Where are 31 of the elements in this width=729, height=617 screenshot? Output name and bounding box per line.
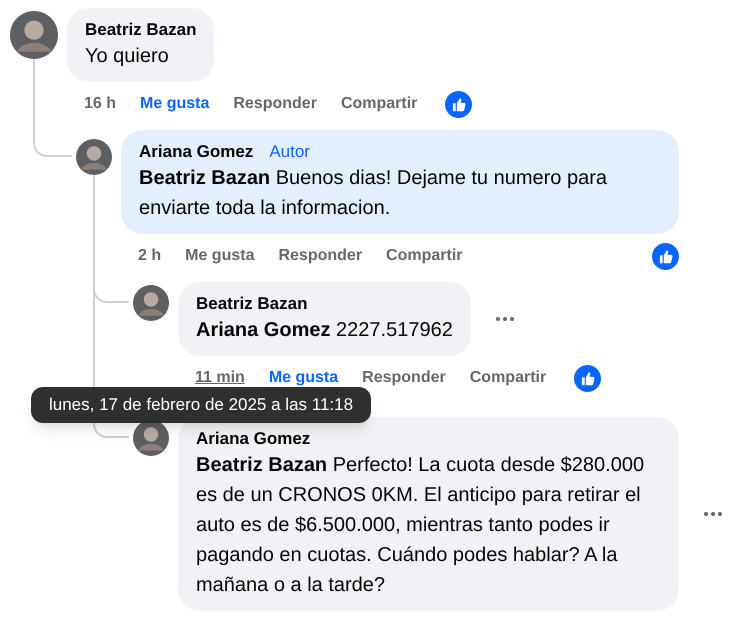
like-link[interactable]: Me gusta xyxy=(268,366,338,390)
action-link[interactable]: Compartir xyxy=(340,92,418,116)
comment-time[interactable]: 11 min xyxy=(195,369,245,386)
like-link[interactable]: Me gusta xyxy=(185,244,254,268)
author-name[interactable]: Ariana Gomez xyxy=(139,141,254,163)
author-label: Autor xyxy=(269,141,310,163)
action-link[interactable]: Responder xyxy=(233,92,317,116)
action-link[interactable]: Compartir xyxy=(386,244,462,268)
action-link[interactable]: Responder xyxy=(278,244,362,268)
like-reaction-icon[interactable] xyxy=(652,242,679,270)
comment-text: Beatriz Bazan Buenos dias! Dejame tu numero para enviarte toda la informacion. xyxy=(139,166,608,221)
comment-time[interactable]: 2 h xyxy=(138,247,162,264)
action-link[interactable]: Compartir xyxy=(470,366,546,390)
like-reaction-icon[interactable] xyxy=(445,90,472,118)
avatar[interactable] xyxy=(133,285,169,321)
date-tooltip: lunes, 17 de febrero de 2025 a las 11:18 xyxy=(31,387,372,423)
more-options-icon[interactable] xyxy=(494,316,515,322)
more-options-icon[interactable] xyxy=(703,511,723,517)
author-name[interactable]: Beatriz Bazan xyxy=(196,293,308,315)
avatar[interactable] xyxy=(133,420,169,456)
avatar[interactable] xyxy=(76,139,112,175)
author-name[interactable]: Beatriz Bazan xyxy=(85,19,196,41)
action-link[interactable]: Responder xyxy=(362,366,446,390)
like-reaction-icon[interactable] xyxy=(574,364,602,392)
like-link[interactable]: Me gusta xyxy=(140,92,210,116)
avatar[interactable] xyxy=(10,11,58,59)
author-name[interactable]: Ariana Gomez xyxy=(196,428,310,450)
comment-time[interactable]: 16 h xyxy=(84,95,116,112)
comment-text: Beatriz Bazan Perfecto! La cuota desde $280.000 es de un CRONOS 0KM. El anticipo para retirar el auto es de $6.500.000, mientras tanto podes ir pagando en cuotas. Cuándo podes hablar? A la mañana o a la tarde? xyxy=(196,453,646,598)
comment-text: Ariana Gomez 2227.517962 xyxy=(196,318,453,343)
comment-text: Yo quiero xyxy=(85,44,170,69)
